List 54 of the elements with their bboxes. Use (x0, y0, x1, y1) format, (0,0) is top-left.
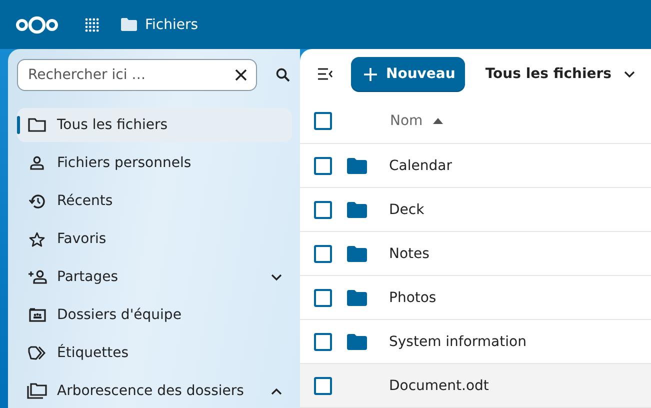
search-icon[interactable] (276, 68, 290, 82)
row-checkbox[interactable] (314, 156, 332, 174)
file-name[interactable]: Calendar (389, 158, 452, 174)
file-name[interactable]: Deck (389, 202, 424, 218)
search-field[interactable]: Rechercher ici … (17, 59, 257, 91)
file-row[interactable]: Notes (300, 232, 651, 276)
file-row[interactable]: Calendar (300, 144, 651, 188)
row-checkbox[interactable] (314, 200, 332, 218)
star-icon (29, 232, 45, 246)
folder-icon (28, 118, 46, 132)
nav-item[interactable]: Partages (17, 260, 292, 294)
folders-icon (27, 383, 47, 399)
add-person-icon (28, 270, 46, 284)
row-checkbox[interactable] (314, 244, 332, 262)
plus-icon (364, 68, 377, 80)
sidebar-toggle-icon[interactable] (317, 68, 333, 80)
chevron-icon (624, 70, 635, 78)
folder-icon (347, 158, 367, 174)
history-icon (29, 194, 45, 208)
nav-item[interactable]: Récents (17, 184, 292, 218)
column-header[interactable]: Nom (390, 113, 443, 129)
file-row[interactable]: Photos (300, 276, 651, 320)
view-dropdown[interactable]: Tous les fichiers (479, 66, 641, 82)
nav-item[interactable]: Étiquettes (17, 336, 292, 370)
nav-item[interactable]: Dossiers d'équipe (17, 298, 292, 332)
tags-icon (28, 346, 46, 360)
file-name[interactable]: Document.odt (389, 378, 489, 394)
team-folder-icon (28, 308, 46, 322)
nav-item[interactable]: Fichiers personnels (17, 146, 292, 180)
file-name[interactable]: System information (389, 334, 526, 350)
row-checkbox[interactable] (314, 376, 332, 394)
row-checkbox[interactable] (314, 332, 332, 350)
row-checkbox[interactable] (314, 288, 332, 306)
folder-icon (347, 202, 367, 218)
chevron-icon[interactable] (271, 388, 282, 394)
file-name[interactable]: Notes (389, 246, 430, 262)
nav-item[interactable]: Arborescence des dossiers (17, 374, 292, 408)
person-icon (30, 156, 44, 170)
folder-icon (347, 246, 367, 262)
folder-icon (121, 18, 137, 31)
chevron-icon[interactable] (271, 274, 282, 280)
nav-item[interactable]: Favoris (17, 222, 292, 256)
nav-item[interactable]: Tous les fichiers (17, 108, 292, 142)
logo-icon[interactable] (15, 16, 59, 34)
select-all-checkbox[interactable] (314, 112, 332, 130)
folder-icon (347, 334, 367, 350)
app-grid-icon[interactable] (85, 18, 99, 32)
close-icon[interactable] (235, 69, 247, 81)
file-row[interactable]: Deck (300, 188, 651, 232)
app-title[interactable]: Fichiers (145, 16, 198, 32)
new-button[interactable]: Nouveau (351, 57, 466, 91)
folder-icon (347, 290, 367, 306)
file-row[interactable]: Document.odt (300, 364, 651, 408)
file-name[interactable]: Photos (389, 290, 436, 306)
